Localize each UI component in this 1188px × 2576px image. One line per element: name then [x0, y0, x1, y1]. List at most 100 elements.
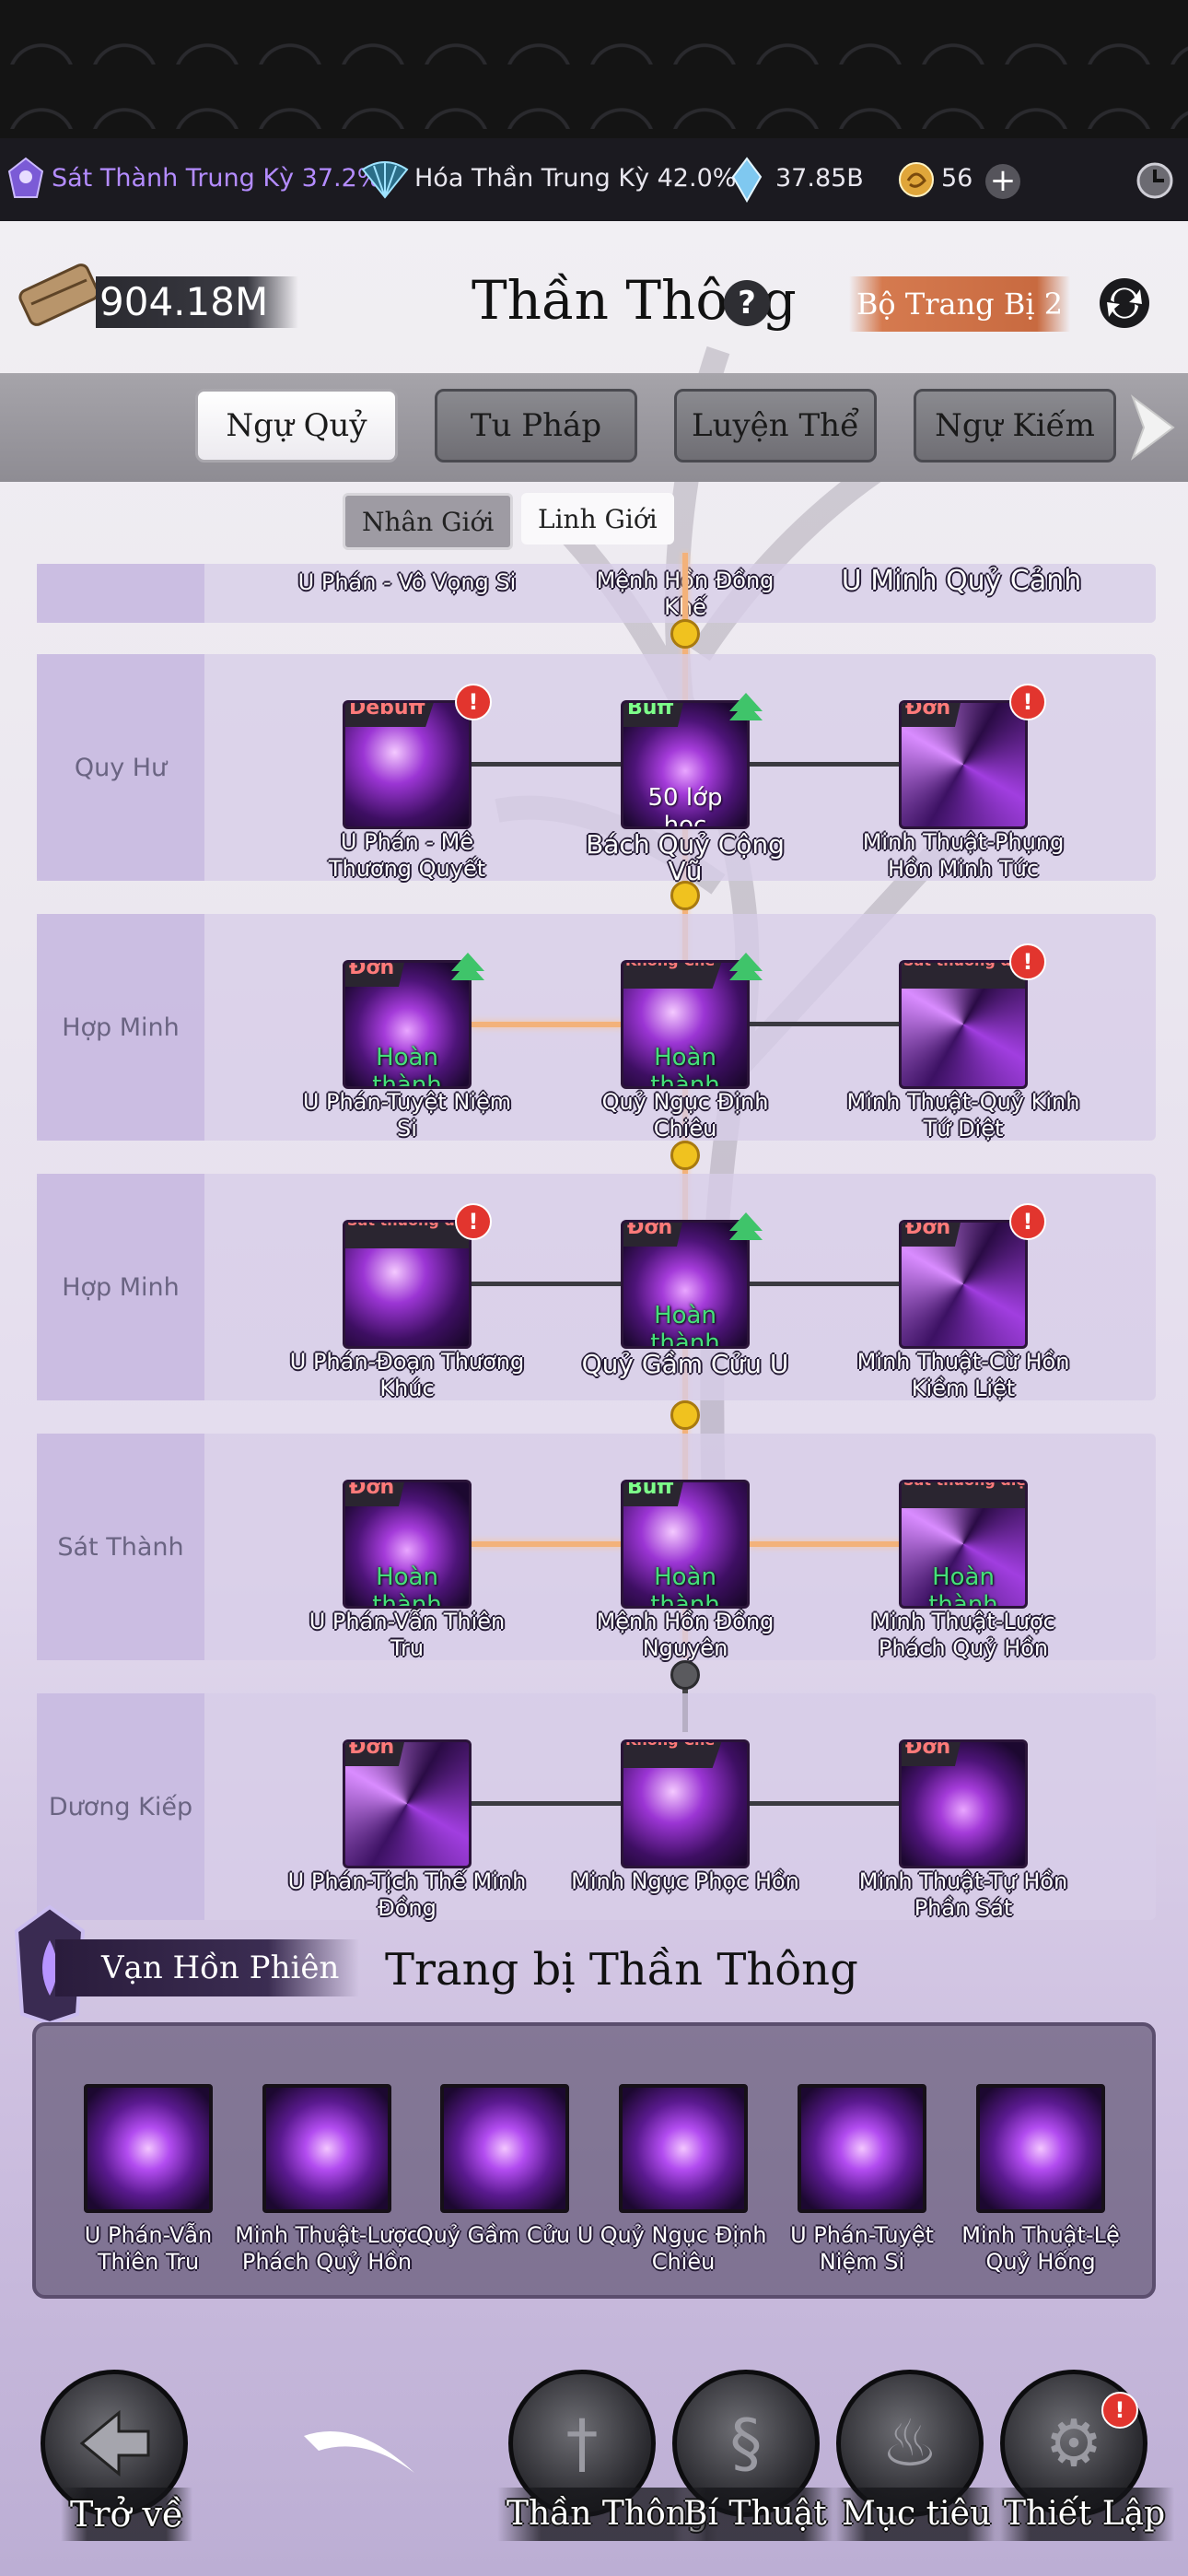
subtab-linh-gioi[interactable]: Linh Giới — [521, 493, 674, 544]
coin-count: 56 — [941, 164, 973, 193]
tree-node — [670, 1141, 700, 1170]
skill-name: U Phán-Tuyệt Niệm Si — [302, 1089, 512, 1142]
skill-name: Minh Thuật-Phụng Hồn Minh Tức — [862, 829, 1065, 882]
subtab-nhan-gioi[interactable]: Nhân Giới — [343, 493, 514, 550]
page-header: 904.18M Thần Thông ? Bộ Trang Bị 2 — [0, 221, 1188, 373]
tab-label: Luyện Thể — [691, 407, 859, 444]
equipped-skill-icon[interactable] — [619, 2084, 748, 2213]
row-label: Hợp Minh — [37, 1174, 204, 1400]
clock-icon[interactable] — [1135, 160, 1175, 201]
help-button[interactable]: ? — [724, 280, 770, 326]
skill-icon[interactable]: Đơn — [343, 1739, 472, 1868]
swoosh-icon — [304, 2431, 414, 2473]
connector-line-active — [472, 1541, 624, 1547]
skill-type-badge: Đơn — [902, 703, 964, 727]
equipped-skill-name: Minh Thuật-Lệ Quỷ Hống — [961, 2222, 1120, 2275]
equipped-skill-icon[interactable] — [976, 2084, 1105, 2213]
connector-line-active — [750, 1541, 903, 1547]
completed-overlay: Hoàn thành — [650, 1563, 720, 1609]
gear-set-label: Bộ Trang Bị 2 — [856, 287, 1064, 322]
row-label-text: Dương Kiếp — [48, 1792, 193, 1821]
swap-icon[interactable] — [1096, 275, 1153, 332]
connector-line — [750, 1282, 903, 1286]
row-label-text: Quy Hư — [74, 753, 168, 782]
tree-node-locked — [670, 1660, 700, 1690]
skill-icon[interactable]: Đơn Hoàn thành — [343, 1480, 472, 1609]
connector-line — [472, 1282, 624, 1286]
tab-tu-phap[interactable]: Tu Pháp — [435, 389, 637, 463]
equipped-skill-name: U Phán-Tuyệt Niệm Si — [790, 2222, 934, 2275]
skill-type-badge: Sát thương diện rộng — [345, 1223, 469, 1248]
gear-set-button[interactable]: Bộ Trang Bị 2 — [849, 276, 1070, 332]
skill-icon[interactable]: Debuff — [343, 700, 472, 829]
gear-icon: ⚙ — [1044, 2406, 1103, 2481]
demon-realm-icon — [7, 157, 44, 198]
row-label: Dương Kiếp — [37, 1693, 204, 1920]
add-coin-button[interactable]: + — [985, 164, 1020, 199]
equipped-skill-icon[interactable] — [262, 2084, 391, 2213]
completed-overlay: Hoàn thành — [650, 1044, 720, 1089]
connector-line-active — [472, 1022, 624, 1027]
completed-overlay: Hoàn thành — [372, 1044, 442, 1089]
equipped-skill-icon[interactable] — [440, 2084, 569, 2213]
skill-type-badge: Đơn — [902, 1223, 964, 1247]
skill-name: U Phán-Đoạn Thương Khúc — [289, 1349, 525, 1401]
alert-icon: ! — [1009, 943, 1046, 980]
artifact-banner-label: Vạn Hồn Phiên — [101, 1950, 340, 1986]
completed-overlay: Hoàn thành — [650, 1302, 720, 1349]
skill-type-badge: Sát thương diện rộng — [902, 963, 1025, 989]
cauldron-icon: ♨ — [880, 2406, 939, 2481]
skill-icon[interactable]: Sát thương diện rộng — [899, 960, 1028, 1089]
realm-progress-2: Hóa Thần Trung Kỳ 42.0% — [414, 164, 737, 193]
tab-ngu-quy[interactable]: Ngự Quỷ — [195, 389, 398, 463]
resource-bar: Sát Thành Trung Kỳ 37.2% Hóa Thần Trung … — [0, 138, 1188, 221]
equipped-skill-icon[interactable] — [798, 2084, 926, 2213]
upgrade-arrow-icon — [729, 1212, 763, 1240]
skill-name: Quỷ Gầm Cửu U — [581, 1349, 789, 1379]
skill-icon[interactable]: Khống Chế — [621, 1739, 750, 1868]
artifact-banner[interactable]: Vạn Hồn Phiên — [55, 1939, 359, 1996]
category-tabs: Ngự Quỷ Tu Pháp Luyện Thể Ngự Kiếm — [0, 373, 1188, 482]
connector-line — [472, 762, 624, 767]
skill-type-badge: Đơn — [623, 1223, 686, 1247]
skill-icon[interactable]: Sát thương diện rộng — [343, 1220, 472, 1349]
skill-name: Minh Thuật-Tự Hồn Phần Sát — [858, 1868, 1068, 1921]
row-label — [37, 564, 204, 623]
skill-type-badge: Buff — [623, 703, 687, 727]
equipped-skill-name: Quỷ Ngục Định Chiêu — [600, 2222, 767, 2275]
skill-icon[interactable]: Buff Hoàn thành — [621, 1480, 750, 1609]
tab-label: Tu Pháp — [470, 407, 602, 444]
spirit-coin-icon — [899, 162, 934, 197]
connector-line — [750, 1801, 903, 1806]
tab-luyen-the[interactable]: Luyện Thể — [674, 389, 877, 463]
skill-name: U Phán - Mê Thương Quyết — [328, 829, 486, 882]
connector-line — [472, 1801, 624, 1806]
alert-icon: ! — [455, 684, 492, 720]
skill-type-badge: Đơn — [345, 963, 408, 987]
skill-name: Mệnh Hồn Đồng Nguyên — [596, 1609, 775, 1661]
completed-overlay: Hoàn thành — [372, 1563, 442, 1609]
tree-node — [670, 619, 700, 649]
tabs-next-arrow-icon[interactable] — [1122, 393, 1179, 462]
equip-section-title: Trang bị Thần Thông — [385, 1944, 858, 1996]
skill-icon[interactable]: Sát thương diện rộng Hoàn thành — [899, 1480, 1028, 1609]
skill-icon[interactable]: Đơn — [899, 1739, 1028, 1868]
layer-count-overlay: 50 lớp học — [647, 784, 723, 829]
tab-ngu-kiem[interactable]: Ngự Kiếm — [914, 389, 1116, 463]
skill-name: U Minh Quỷ Cảnh — [841, 565, 1082, 597]
equipped-skill-icon[interactable] — [84, 2084, 213, 2213]
row-label-text: Sát Thành — [57, 1532, 184, 1562]
skill-icon[interactable]: Đơn — [899, 1220, 1028, 1349]
connector-line — [750, 762, 903, 767]
nav-label: Mục tiêu — [833, 2488, 1001, 2541]
upgrade-arrow-icon — [729, 953, 763, 980]
skill-name: Minh Ngục Phọc Hồn — [571, 1868, 799, 1894]
spirit-crystal-icon — [731, 157, 763, 203]
skill-name: Quỷ Ngục Định Chiêu — [601, 1089, 769, 1142]
skill-name: U Phán-Vẫn Thiên Tru — [309, 1609, 506, 1661]
fan-icon — [361, 161, 409, 199]
skill-icon[interactable]: Đơn — [899, 700, 1028, 829]
equipped-skill-name: Quỷ Gầm Cửu U — [415, 2222, 594, 2248]
row-label: Quy Hư — [37, 654, 204, 881]
upgrade-arrow-icon — [451, 953, 484, 980]
